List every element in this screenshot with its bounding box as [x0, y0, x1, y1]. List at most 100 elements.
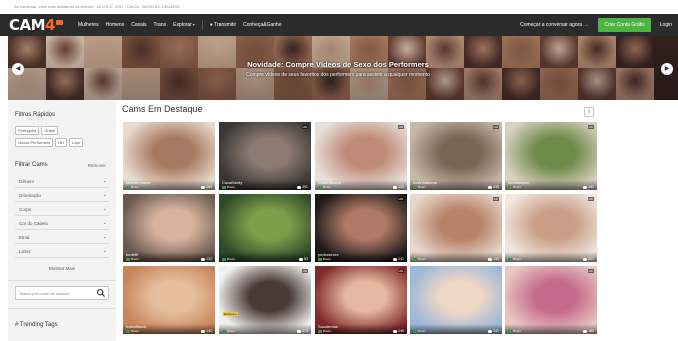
login-link[interactable]: Login [660, 22, 672, 28]
cam-card[interactable]: Brasil 110 HD [410, 194, 502, 262]
flag-icon [222, 185, 226, 189]
cam-location: Brasil [222, 329, 235, 333]
nav-item-meet-earn[interactable]: Conheça&Ganhe [243, 22, 281, 28]
chip-portuguese[interactable]: Português [15, 126, 40, 135]
hd-badge: HD [587, 125, 594, 129]
banner-subtitle: Compre vídeos de seus favoritos dos perf… [246, 72, 430, 78]
cam-viewer-count: 373 [297, 329, 308, 333]
start-chat-link[interactable]: Começar a conversar agora → [520, 22, 588, 28]
cam-viewer-number: 535 [493, 185, 499, 189]
trending-tags-title: # Trending Tags [15, 322, 58, 328]
grid-view-icon: ⁞⁞ [587, 108, 591, 115]
page: Ao continuar, você está aceitando os ter… [0, 0, 678, 341]
cam-viewer-count: 143 [201, 329, 212, 333]
cam-viewer-number: 132 [206, 257, 212, 261]
eye-icon [393, 257, 398, 261]
cam-card[interactable]: Brasil 141 [410, 266, 502, 334]
filter-hair-color[interactable]: Cor do Cabelo ⌄ [15, 218, 109, 230]
nav-item-couples[interactable]: Casais [131, 22, 146, 28]
flag-icon [318, 185, 322, 189]
flag-icon [413, 329, 417, 333]
cam4-badge-icon [55, 20, 63, 25]
hd-badge: HD [397, 269, 404, 273]
promo-banner[interactable]: Novidade: Compre Vídeos de Sexo dos Perf… [8, 36, 678, 100]
cam-location-label: Brasil [323, 185, 331, 189]
filter-label: Cor do Cabelo [19, 221, 49, 226]
username-search-input[interactable]: Busca por nome de usuário [15, 286, 109, 300]
cam-card[interactable]: CoxaEdelly Brasil 301 HD [219, 122, 311, 190]
search-icon[interactable] [96, 288, 106, 298]
show-more-filters[interactable]: Mostrar Mais [8, 266, 116, 271]
cam-viewer-count: 535 [488, 185, 499, 189]
nav-item-trans[interactable]: Trans [154, 22, 167, 28]
chevron-left-icon: ◀ [15, 66, 21, 72]
cam-location-label: Brasil [131, 329, 139, 333]
cam-location: Brasil [508, 257, 521, 261]
chip-hd[interactable]: HD [55, 138, 68, 147]
quick-chips-row-2: Novos Performers HD Loja [15, 138, 85, 147]
cam-location: Brasil [126, 185, 139, 189]
cam-card[interactable]: bedeffi Brasil 132 [123, 194, 215, 262]
banner-text: Novidade: Compre Vídeos de Sexo dos Perf… [188, 60, 488, 78]
hd-badge: HD [301, 125, 308, 129]
eye-icon [297, 185, 302, 189]
cam4-logo[interactable]: CAM4 [9, 17, 63, 33]
cam-location: Brasil [222, 185, 235, 189]
cam-card[interactable]: Brasil 373 HD Exclusivo [219, 266, 311, 334]
cam-card[interactable]: Melhor prazer Brasil 265 [123, 122, 215, 190]
filter-orientation[interactable]: Orientação ⌄ [15, 190, 109, 202]
cam-card[interactable]: Brasil 83 [219, 194, 311, 262]
chip-new-performers[interactable]: Novos Performers [15, 138, 54, 147]
cam-viewer-number: 249 [398, 329, 404, 333]
nav-item-broadcast[interactable]: ● Transmitir [210, 22, 236, 28]
cam-card[interactable]: Suculentas Brasil 249 HD [315, 266, 407, 334]
chip-shop[interactable]: Loja [69, 138, 83, 147]
cam-location: Brasil [126, 329, 139, 333]
flag-icon [126, 185, 130, 189]
cam-card[interactable]: femmeluxxe Brasil 193 HD [505, 122, 597, 190]
cam-location-label: Brasil [513, 257, 521, 261]
cam-location: Brasil [222, 257, 235, 261]
banner-next-button[interactable]: ▶ [661, 63, 673, 75]
eye-icon [393, 185, 398, 189]
logo-four: 4 [45, 16, 55, 34]
eye-icon [488, 185, 493, 189]
nav-item-women[interactable]: Mulheres [78, 22, 99, 28]
cam-card[interactable]: Brasil 207 HD [505, 194, 597, 262]
flag-icon [222, 257, 226, 261]
cam-card[interactable]: pedrosexxx Brasil 241 HD [315, 194, 407, 262]
cam-card[interactable]: VickieBluebb Brasil 125 HD [315, 122, 407, 190]
eye-icon [583, 185, 588, 189]
cam-location: Brasil [126, 257, 139, 261]
hd-badge: HD [301, 269, 308, 273]
eye-icon [297, 329, 302, 333]
exclusive-badge: Exclusivo [223, 312, 238, 316]
clear-filters-link[interactable]: Remover [88, 163, 106, 168]
filter-body[interactable]: Corpo ⌄ [15, 204, 109, 216]
hd-badge: HD [587, 269, 594, 273]
cam-location: Brasil [413, 185, 426, 189]
signup-button[interactable]: Criar Conta Grátis [598, 18, 651, 32]
flag-icon [508, 257, 512, 261]
cam-card[interactable]: novinhaduma Brasil 535 HD [410, 122, 502, 190]
filter-gender[interactable]: Gênero ⌄ [15, 176, 109, 188]
cam-viewer-number: 83 [304, 257, 308, 261]
filter-leisure[interactable]: Lazer ⌄ [15, 246, 109, 258]
filter-ethnicity[interactable]: Etnia ⌄ [15, 232, 109, 244]
hd-badge: HD [492, 197, 499, 201]
cam-card[interactable]: Brasil 155 HD [505, 266, 597, 334]
cam-viewer-number: 373 [302, 329, 308, 333]
nav-explore-label: Explorar [173, 22, 192, 28]
cam-location-label: Brasil [513, 185, 521, 189]
cam-location-label: Brasil [323, 329, 331, 333]
nav-item-men[interactable]: Homens [106, 22, 125, 28]
view-toggle-button[interactable]: ⁞⁞ [584, 107, 594, 117]
cam-viewer-number: 110 [493, 257, 499, 261]
chip-free[interactable]: Grátis [41, 126, 58, 135]
cam-viewer-count: 249 [393, 329, 404, 333]
banner-prev-button[interactable]: ◀ [12, 63, 24, 75]
eye-icon [583, 257, 588, 261]
cam-card[interactable]: hotmilfbuck Brasil 143 [123, 266, 215, 334]
search-placeholder: Busca por nome de usuário [20, 291, 69, 296]
nav-item-explore[interactable]: Explorar▾ [173, 22, 195, 28]
